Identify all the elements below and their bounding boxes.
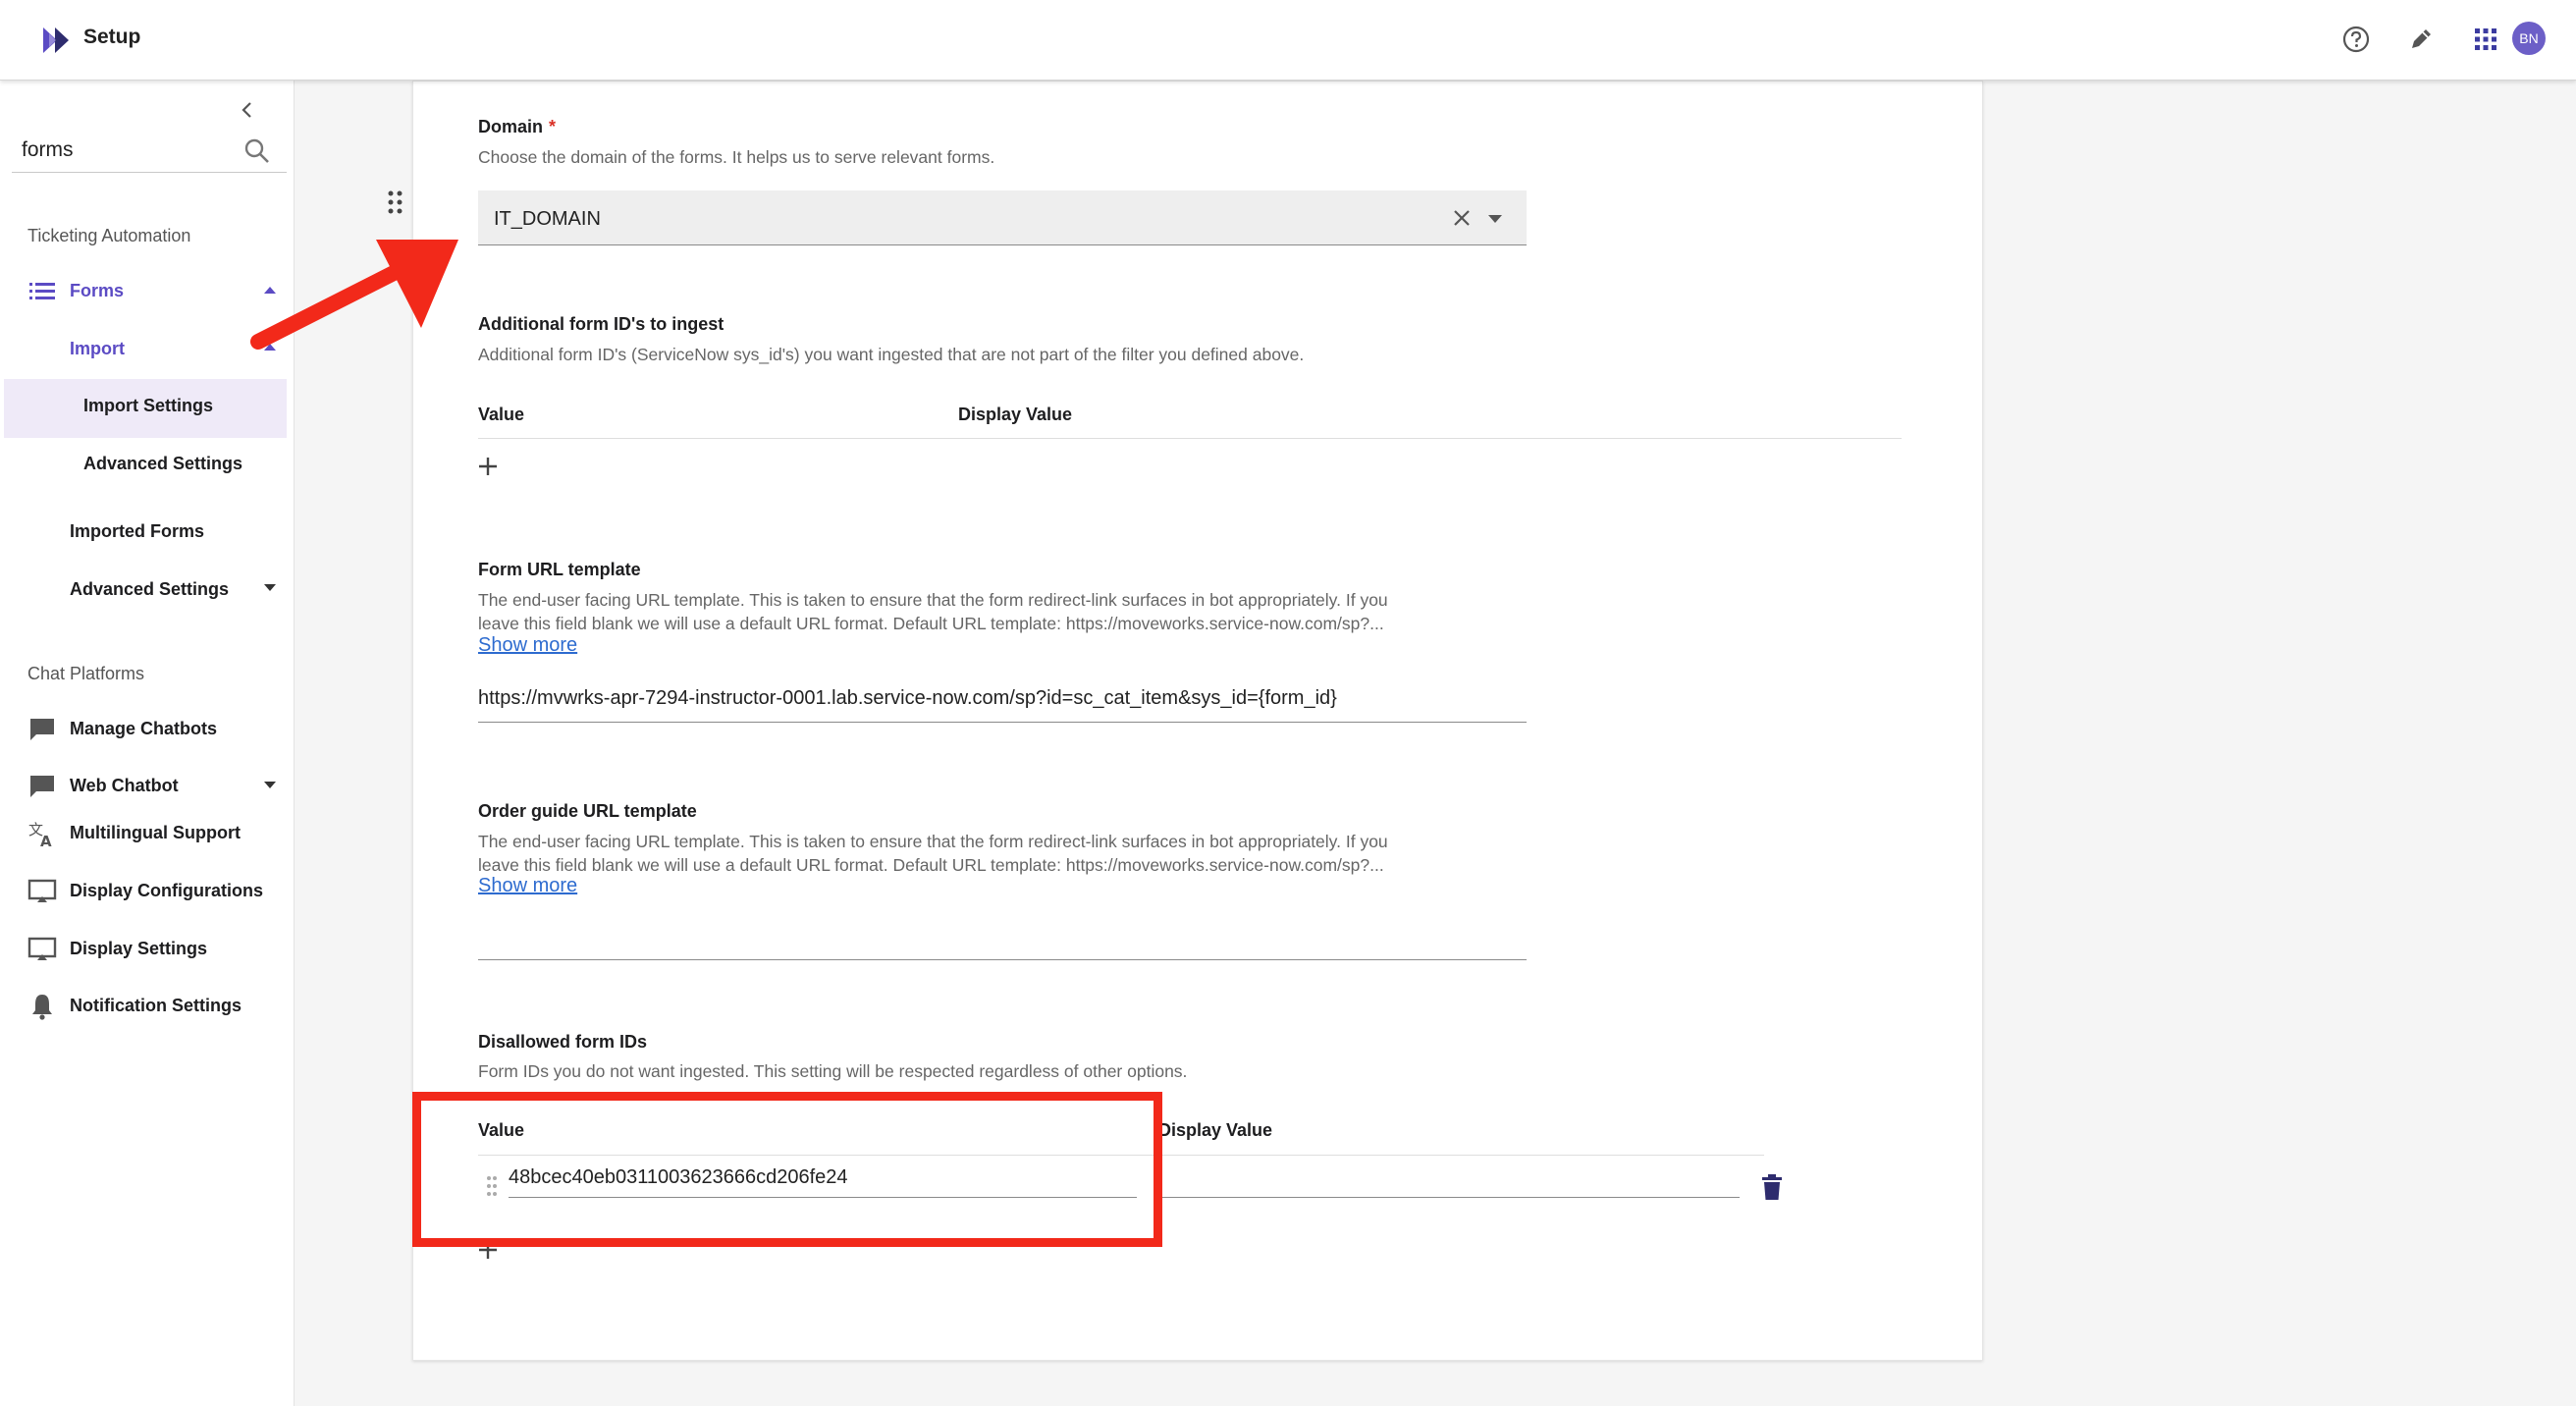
list-icon (29, 283, 55, 299)
order-guide-url-show-more-link[interactable]: Show more (478, 875, 577, 897)
apps-grid-icon[interactable] (2468, 22, 2503, 57)
additional-ids-col-display: Display Value (958, 405, 1073, 424)
domain-selected-value: IT_DOMAIN (494, 208, 601, 230)
section-label-ticketing: Ticketing Automation (27, 226, 191, 245)
form-url-show-more-link[interactable]: Show more (478, 634, 577, 657)
sidebar-item-multilingual-support[interactable]: Multilingual Support (70, 823, 241, 843)
additional-ids-label: Additional form ID's to ingest (478, 314, 724, 334)
disallowed-ids-description: Form IDs you do not want ingested. This … (478, 1061, 1188, 1081)
sidebar-item-import[interactable]: Import (70, 339, 125, 359)
chat-bubble-icon (30, 776, 54, 797)
translate-icon: 文A (28, 821, 52, 848)
disallowed-ids-col-display: Display Value (1158, 1120, 1273, 1140)
additional-ids-description: Additional form ID's (ServiceNow sys_id'… (478, 345, 1305, 364)
trash-icon[interactable] (1761, 1174, 1783, 1200)
sidebar-item-manage-chatbots[interactable]: Manage Chatbots (70, 719, 217, 739)
sidebar-item-web-chatbot[interactable]: Web Chatbot (70, 776, 179, 796)
dropdown-arrow-icon[interactable] (1487, 214, 1503, 224)
section-label-chat-platforms: Chat Platforms (27, 664, 145, 683)
search-icon[interactable] (243, 137, 271, 165)
order-guide-url-input[interactable] (478, 917, 1527, 960)
annotation-arrow-icon (250, 240, 458, 350)
form-url-description-line1: The end-user facing URL template. This i… (478, 590, 1388, 610)
sidebar-item-forms[interactable]: Forms (70, 281, 124, 301)
monitor-cast-icon (27, 879, 57, 902)
sidebar-item-advanced-settings[interactable]: Advanced Settings (70, 579, 229, 600)
disallowed-id-display-input[interactable] (1158, 1164, 1740, 1198)
form-url-input[interactable]: https://mvwrks-apr-7294-instructor-0001.… (478, 679, 1527, 723)
collapse-sidebar-chevron-icon[interactable] (236, 98, 259, 122)
chevron-down-icon[interactable] (263, 781, 277, 790)
sidebar-search-input[interactable] (22, 135, 238, 165)
sidebar-item-advanced-settings-sub[interactable]: Advanced Settings (83, 454, 242, 474)
disallowed-ids-label: Disallowed form IDs (478, 1032, 648, 1052)
sidebar-item-import-settings[interactable]: Import Settings (83, 396, 213, 416)
order-guide-url-description-line2: leave this field blank we will use a def… (478, 855, 1384, 875)
add-row-plus-icon[interactable] (477, 456, 499, 477)
app-title: Setup (83, 26, 141, 48)
form-url-label: Form URL template (478, 560, 641, 579)
additional-ids-col-value: Value (478, 405, 525, 424)
domain-select[interactable]: IT_DOMAIN (478, 190, 1527, 245)
sidebar-item-notification-settings[interactable]: Notification Settings (70, 996, 242, 1016)
sidebar-item-display-configurations[interactable]: Display Configurations (70, 881, 263, 901)
help-icon[interactable] (2338, 22, 2374, 57)
chevron-down-icon[interactable] (263, 583, 277, 593)
domain-description: Choose the domain of the forms. It helps… (478, 147, 995, 167)
edit-pen-icon[interactable] (2403, 22, 2439, 57)
top-bar: Setup BN (0, 0, 2576, 81)
sidebar-item-imported-forms[interactable]: Imported Forms (70, 521, 204, 542)
table-divider (478, 438, 1902, 439)
sidebar-search (12, 130, 287, 173)
clear-icon[interactable] (1450, 206, 1474, 230)
form-url-value: https://mvwrks-apr-7294-instructor-0001.… (478, 687, 1337, 709)
sidebar-item-display-settings[interactable]: Display Settings (70, 939, 207, 959)
drag-handle-icon[interactable] (385, 189, 406, 216)
monitor-cast-icon (27, 937, 57, 960)
domain-label: Domain * (478, 117, 557, 136)
order-guide-url-label: Order guide URL template (478, 801, 697, 821)
bell-icon (32, 995, 52, 1020)
highlight-box (412, 1092, 1162, 1247)
user-avatar[interactable]: BN (2512, 22, 2546, 55)
svg-text:A: A (40, 833, 52, 848)
form-url-description-line2: leave this field blank we will use a def… (478, 614, 1384, 633)
moveworks-logo-icon[interactable] (41, 24, 75, 57)
order-guide-url-description-line1: The end-user facing URL template. This i… (478, 832, 1388, 851)
chat-bubble-icon (30, 719, 54, 740)
